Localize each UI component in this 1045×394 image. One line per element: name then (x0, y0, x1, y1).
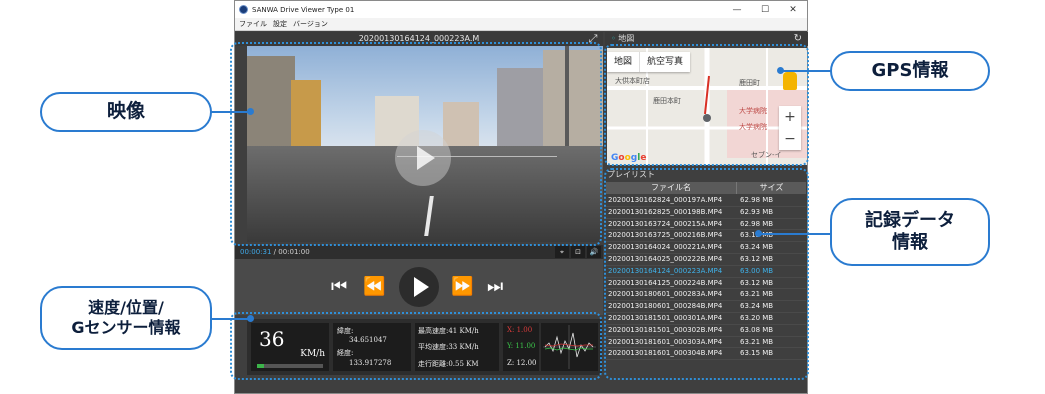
snapshot-icon[interactable]: ⌖ (555, 246, 569, 258)
leader-line (758, 233, 832, 235)
menu-settings[interactable]: 設定 (273, 19, 287, 29)
aspect-icon[interactable]: ⊡ (571, 246, 585, 258)
menu-file[interactable]: ファイル (239, 19, 267, 29)
play-button[interactable] (399, 267, 439, 307)
stage: SANWA Drive Viewer Type 01 — ☐ ✕ ファイル 設定… (0, 0, 1045, 394)
callout-gps: GPS情報 (830, 51, 990, 91)
total-time: / 00:01:00 (271, 248, 310, 256)
callout-sensor-line1: 速度/位置/ (88, 298, 164, 317)
video-highlight (230, 42, 602, 246)
title-bar: SANWA Drive Viewer Type 01 — ☐ ✕ (235, 1, 807, 18)
next-icon[interactable]: ⏭ (487, 276, 503, 298)
menu-version[interactable]: バージョン (293, 19, 328, 29)
playback-controls: ⏮ ⏪ ⏩ ⏭ (235, 259, 603, 315)
gps-highlight (604, 44, 809, 166)
leader-line (210, 318, 250, 320)
map-pin-icon: ◦ (611, 34, 616, 43)
callout-video-label: 映像 (106, 100, 145, 123)
callout-video: 映像 (40, 92, 212, 132)
callout-record-line2: 情報 (892, 232, 928, 253)
previous-icon[interactable]: ⏮ (331, 276, 347, 298)
playlist-highlight (604, 168, 809, 380)
close-button[interactable]: ✕ (779, 1, 807, 18)
callout-record-line1: 記録データ (865, 209, 955, 231)
leader-line (780, 70, 832, 72)
callout-sensor-line2: Gセンサー情報 (71, 318, 181, 337)
mini-controls: ⌖ ⊡ 🔊 (555, 246, 601, 258)
maximize-button[interactable]: ☐ (751, 1, 779, 18)
volume-icon[interactable]: 🔊 (587, 246, 601, 258)
leader-dot (247, 315, 254, 322)
callout-sensor: 速度/位置/ Gセンサー情報 (40, 286, 212, 350)
map-title: 地図 (618, 34, 635, 43)
leader-dot (247, 108, 254, 115)
callout-gps-label: GPS情報 (871, 59, 949, 81)
current-time: 00:00:31 (240, 248, 272, 256)
leader-line (210, 111, 250, 113)
sensor-highlight (230, 312, 602, 380)
fast-forward-icon[interactable]: ⏩ (451, 276, 473, 298)
menu-bar: ファイル 設定 バージョン (235, 18, 807, 31)
rewind-icon[interactable]: ⏪ (363, 276, 385, 298)
app-icon (239, 5, 248, 14)
time-row: 00:00:31 / 00:01:00 ⌖ ⊡ 🔊 (235, 245, 603, 259)
window-title: SANWA Drive Viewer Type 01 (252, 5, 355, 14)
minimize-button[interactable]: — (723, 1, 751, 18)
callout-record: 記録データ 情報 (830, 198, 990, 266)
